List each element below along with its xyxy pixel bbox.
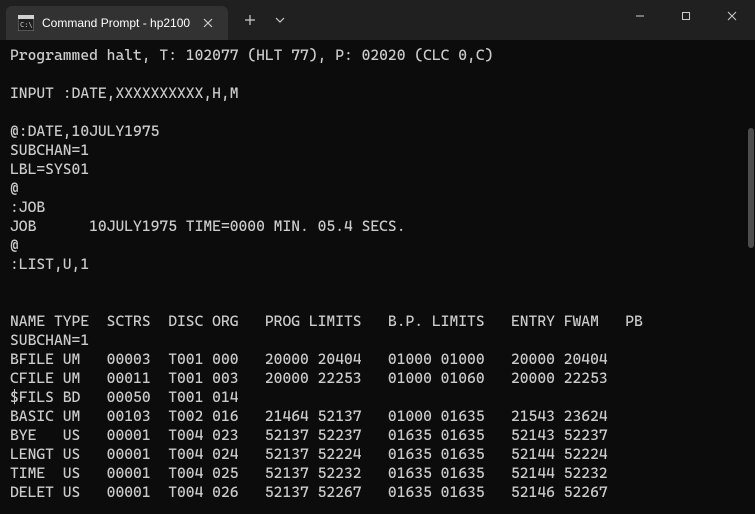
minimize-icon [635, 11, 645, 21]
tab-active[interactable]: C:\ Command Prompt - hp2100 [6, 6, 228, 40]
maximize-button[interactable] [663, 0, 709, 32]
window-controls [617, 0, 755, 40]
minimize-button[interactable] [617, 0, 663, 32]
close-icon [203, 18, 213, 28]
scrollbar[interactable] [747, 48, 755, 514]
chevron-down-icon [275, 15, 285, 25]
tab-dropdown-button[interactable] [268, 0, 292, 40]
new-tab-button[interactable] [234, 0, 266, 40]
titlebar: C:\ Command Prompt - hp2100 [0, 0, 755, 40]
terminal-output[interactable]: Programmed halt, T: 102077 (HLT 77), P: … [0, 40, 755, 514]
titlebar-drag-region[interactable] [292, 0, 617, 40]
terminal-window: C:\ Command Prompt - hp2100 [0, 0, 755, 514]
scrollbar-thumb[interactable] [748, 128, 754, 248]
maximize-icon [681, 11, 691, 21]
window-close-button[interactable] [709, 0, 755, 32]
svg-text:C:\: C:\ [20, 21, 33, 29]
tab-title: Command Prompt - hp2100 [42, 16, 190, 30]
tab-close-button[interactable] [198, 13, 218, 33]
close-icon [727, 11, 737, 21]
plus-icon [244, 14, 256, 26]
tab-actions [228, 0, 292, 40]
cmd-icon: C:\ [18, 15, 34, 31]
